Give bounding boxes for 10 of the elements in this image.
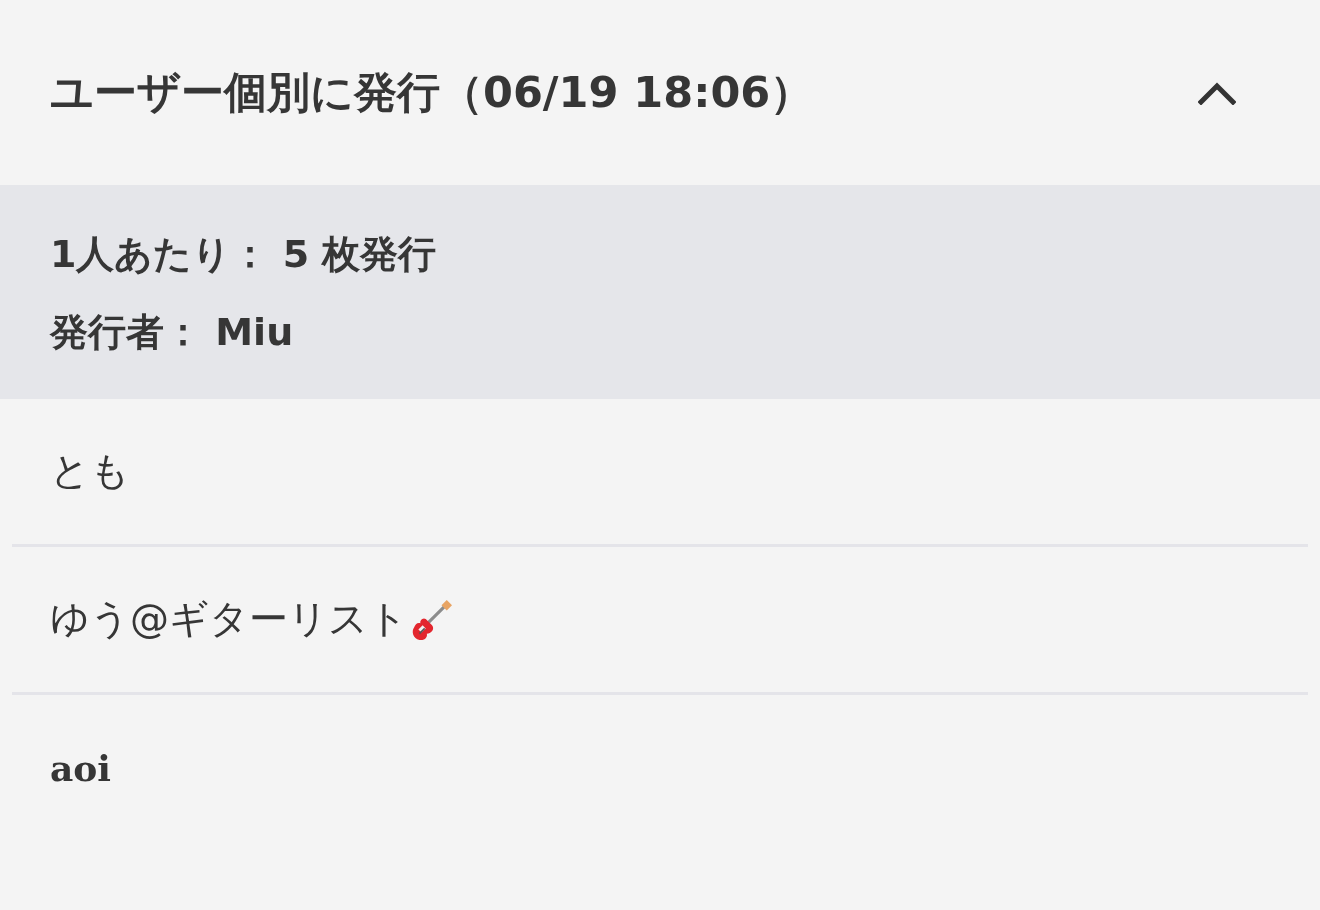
recipient-name: ゆう@ギターリスト: [50, 596, 408, 643]
recipient-name: aoi: [50, 747, 111, 791]
section-title: ユーザー個別に発行（06/19 18:06）: [50, 66, 814, 119]
detail-value: Miu: [215, 309, 294, 356]
detail-label: 1人あたり：: [50, 231, 270, 278]
collapse-button[interactable]: [1198, 80, 1236, 105]
chevron-up-icon: [1198, 80, 1236, 105]
detail-value: 5 枚発行: [282, 231, 437, 278]
detail-label: 発行者：: [50, 309, 202, 356]
recipient-name: とも: [50, 448, 130, 495]
